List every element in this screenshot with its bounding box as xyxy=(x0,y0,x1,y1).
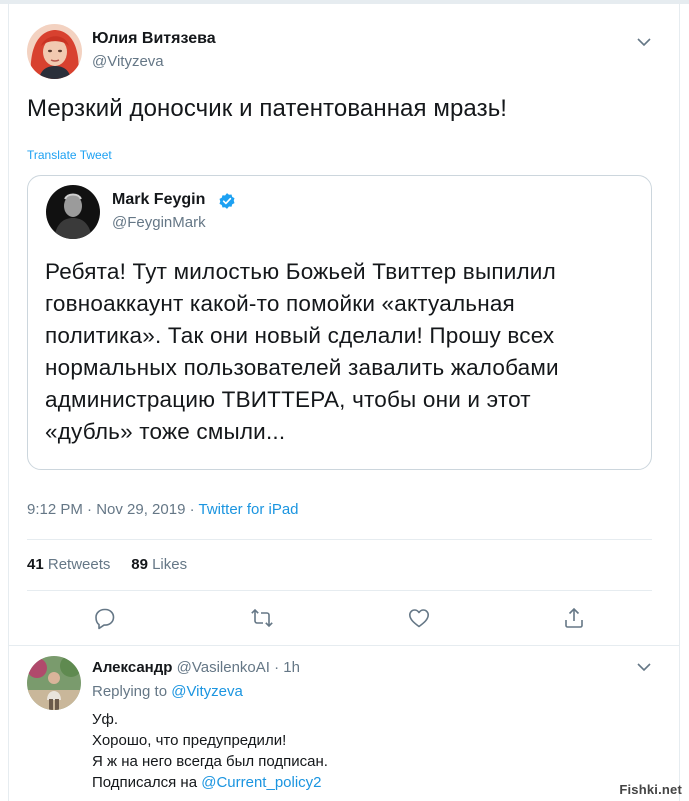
divider xyxy=(27,590,652,591)
reply-author-name[interactable]: Александр xyxy=(92,659,172,676)
likes-label: Likes xyxy=(152,556,188,573)
retweets-stat[interactable]: 41 Retweets xyxy=(27,556,110,573)
reply-author-handle[interactable]: @VasilenkoAI xyxy=(177,659,270,676)
retweet-icon[interactable] xyxy=(250,606,274,630)
author-avatar[interactable] xyxy=(27,24,82,79)
separator-dot: · xyxy=(274,659,280,676)
like-icon[interactable] xyxy=(407,606,431,630)
chevron-down-icon[interactable] xyxy=(637,37,651,47)
reply-text-line: Я ж на него всегда был подписан. xyxy=(92,753,328,770)
likes-count: 89 xyxy=(131,556,148,573)
divider xyxy=(8,645,680,646)
tweet-timestamp[interactable]: 9:12 PM · Nov 29, 2019 · xyxy=(27,501,198,518)
tweet-text: Мерзкий доносчик и патентованная мразь! xyxy=(27,95,508,122)
reply-icon[interactable] xyxy=(93,606,117,630)
quoted-text-line: администрацию ТВИТТЕРА, чтобы они и этот xyxy=(45,387,531,412)
retweets-label: Retweets xyxy=(47,556,111,573)
quoted-text-line: «дубль» тоже смыли... xyxy=(45,419,286,444)
author-handle[interactable]: @Vityzeva xyxy=(92,53,164,70)
share-icon[interactable] xyxy=(562,606,586,630)
replying-to-mention[interactable]: @Vityzeva xyxy=(171,683,243,700)
reply-header: Александр @VasilenkoAI · 1h xyxy=(92,659,300,676)
quoted-author-avatar[interactable] xyxy=(46,185,100,239)
retweets-count: 41 xyxy=(27,556,44,573)
replying-to: Replying to @Vityzeva xyxy=(92,683,243,700)
translate-tweet-link[interactable]: Translate Tweet xyxy=(27,148,112,162)
reply-text-prefix: Подписался на xyxy=(92,774,198,791)
reply-time[interactable]: 1h xyxy=(283,659,300,676)
reply-text: Уф. Хорошо, что предупредили! Я ж на нег… xyxy=(92,709,328,793)
reply-mention-link[interactable]: @Current_policy2 xyxy=(201,774,321,791)
quoted-text-line: политика». Так они новый сделали! Прошу … xyxy=(45,323,555,348)
chevron-down-icon[interactable] xyxy=(637,662,651,672)
tweet-source-link[interactable]: Twitter for iPad xyxy=(198,501,298,518)
quoted-tweet-text: Ребята! Тут милостью Божьей Твиттер выпи… xyxy=(45,256,635,448)
quoted-author-name[interactable]: Mark Feygin xyxy=(112,191,205,209)
top-border xyxy=(0,0,689,4)
likes-stat[interactable]: 89 Likes xyxy=(131,556,187,573)
quoted-text-line: Ребята! Тут милостью Божьей Твиттер выпи… xyxy=(45,259,556,284)
replying-to-label: Replying to xyxy=(92,683,168,700)
reply-text-line: Подписался на @Current_policy2 xyxy=(92,772,328,793)
reply-author-avatar[interactable] xyxy=(27,656,81,710)
tweet-meta: 9:12 PM · Nov 29, 2019 · Twitter for iPa… xyxy=(27,501,299,518)
verified-badge-icon xyxy=(219,193,235,209)
tweet-stats: 41 Retweets 89 Likes xyxy=(27,556,187,573)
divider xyxy=(27,539,652,540)
reply-text-line: Уф. xyxy=(92,711,119,728)
quoted-text-line: говноаккаунт какой-то помойки «актуальна… xyxy=(45,291,515,316)
quoted-text-line: нормальных пользователей завалить жалоба… xyxy=(45,355,559,380)
reply-text-line: Хорошо, что предупредили! xyxy=(92,732,287,749)
author-name[interactable]: Юлия Витязева xyxy=(92,30,216,48)
watermark: Fishki.net xyxy=(619,782,682,797)
quoted-author-handle[interactable]: @FeyginMark xyxy=(112,214,206,231)
